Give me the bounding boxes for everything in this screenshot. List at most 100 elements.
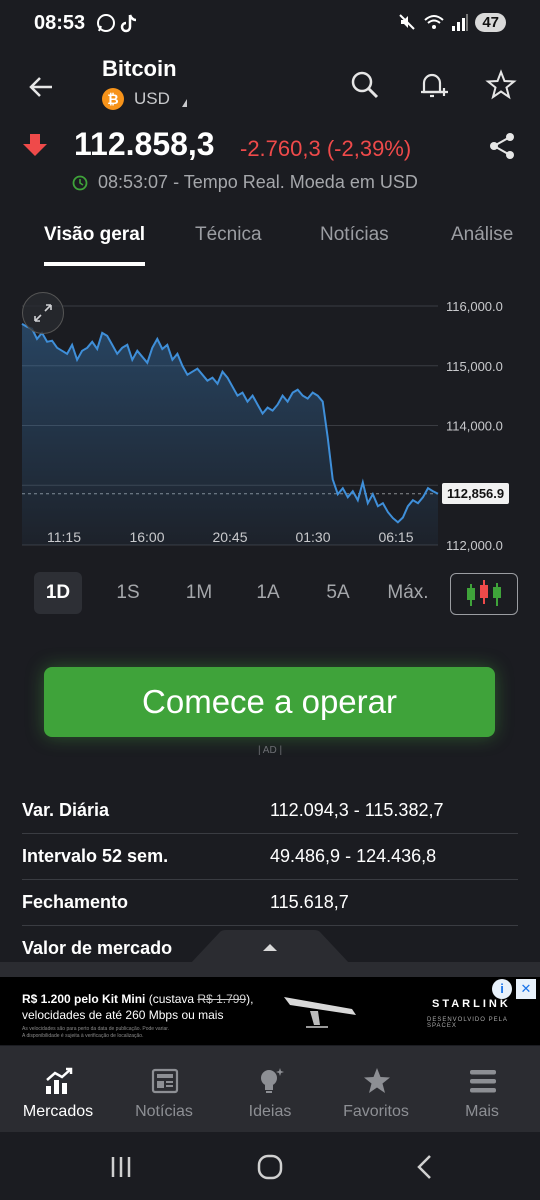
status-indicators: 47 bbox=[397, 12, 506, 32]
expand-chart-button[interactable] bbox=[22, 292, 64, 334]
lightbulb-icon bbox=[261, 1068, 284, 1093]
add-alert-bell-icon[interactable] bbox=[416, 68, 450, 102]
clock-icon bbox=[72, 175, 88, 190]
x-axis-tick-label: 11:15 bbox=[47, 529, 81, 545]
chart-svg: 116,000.0 115,000.0 114,000.0 112,000.0 11:1… bbox=[21, 299, 503, 553]
mute-icon bbox=[399, 14, 416, 30]
y-axis-tick-label: 115,000.0 bbox=[446, 359, 503, 374]
range-1y[interactable]: 1A bbox=[246, 572, 290, 614]
system-back-icon[interactable] bbox=[408, 1150, 442, 1184]
nav-item-ideas[interactable]: Ideias bbox=[216, 1046, 324, 1132]
newspaper-icon bbox=[151, 1068, 179, 1094]
ad-label: | AD | bbox=[257, 745, 283, 756]
ad-subline: velocidades de até 260 Mbps ou mais bbox=[22, 1008, 224, 1022]
ad-banner[interactable]: R$ 1.200 pelo Kit Mini (custava R$ 1.799… bbox=[0, 977, 540, 1045]
starlink-tagline: DESENVOLVIDO PELA SPACEX bbox=[427, 1017, 508, 1029]
collapse-panel-strip bbox=[0, 962, 540, 977]
stat-value: 112.094,3 - 115.382,7 bbox=[270, 800, 444, 820]
nav-label: Ideias bbox=[248, 1103, 292, 1120]
nav-label: Favoritos bbox=[343, 1103, 409, 1120]
y-axis-tick-label: 116,000.0 bbox=[446, 299, 503, 314]
price-chart[interactable]: 116,000.0 115,000.0 114,000.0 112,000.0 11:1… bbox=[0, 290, 540, 560]
range-1d[interactable]: 1D bbox=[34, 572, 82, 614]
quote-timestamp-row: 08:53:07 - Tempo Real. Moeda em USD bbox=[72, 172, 418, 193]
nav-item-news[interactable]: Notícias bbox=[110, 1046, 218, 1132]
favorite-star-icon[interactable] bbox=[484, 68, 518, 102]
section-tabs: Visão geral Técnica Notícias Análise bbox=[0, 216, 540, 266]
quote-timestamp: 08:53:07 - Tempo Real. Moeda em USD bbox=[98, 172, 418, 192]
stat-value: 49.486,9 - 124.436,8 bbox=[270, 846, 437, 866]
recent-apps-icon[interactable] bbox=[104, 1150, 138, 1184]
price-down-arrow-icon bbox=[23, 134, 47, 156]
last-price: 112.858,3 bbox=[74, 126, 215, 162]
stat-value: 115.618,7 bbox=[270, 892, 349, 912]
stat-label: Intervalo 52 sem. bbox=[22, 846, 169, 866]
stat-row-daily-range: Var. Diária 112.094,3 - 115.382,7 bbox=[22, 788, 518, 834]
stat-row-52-week-range: Intervalo 52 sem. 49.486,9 - 124.436,8 bbox=[22, 834, 518, 880]
caret-icon bbox=[181, 99, 187, 107]
x-axis-tick-label: 16:00 bbox=[129, 529, 164, 545]
x-axis-tick-label: 06:15 bbox=[378, 529, 413, 545]
wifi-icon bbox=[424, 15, 444, 29]
tab-news[interactable]: Notícias bbox=[320, 224, 389, 246]
range-5y[interactable]: 5A bbox=[316, 572, 360, 614]
candlestick-icon bbox=[467, 580, 501, 606]
ad-close-icon[interactable]: ✕ bbox=[516, 979, 536, 999]
star-icon bbox=[364, 1068, 390, 1093]
price-row: 112.858,3 -2.760,3 (-2,39%) bbox=[0, 124, 540, 172]
back-arrow-icon[interactable] bbox=[24, 70, 58, 104]
menu-icon bbox=[470, 1070, 496, 1093]
tab-analysis[interactable]: Análise bbox=[451, 224, 513, 246]
x-axis-tick-label: 01:30 bbox=[295, 529, 330, 545]
candlestick-toggle-button[interactable] bbox=[450, 573, 518, 615]
nav-item-markets[interactable]: Mercados bbox=[4, 1046, 112, 1132]
signal-icon bbox=[452, 14, 469, 31]
y-axis-tick-label: 112,000.0 bbox=[446, 538, 503, 553]
tab-overview[interactable]: Visão geral bbox=[44, 224, 145, 246]
stat-label: Fechamento bbox=[22, 892, 129, 912]
currency-selector[interactable]: ₿ USD bbox=[102, 88, 187, 110]
range-1w[interactable]: 1S bbox=[106, 572, 150, 614]
system-navigation-bar bbox=[0, 1132, 540, 1200]
expand-icon bbox=[34, 304, 52, 322]
stat-label: Valor de mercado bbox=[22, 938, 173, 958]
status-notification-icons bbox=[96, 13, 138, 33]
tab-technical[interactable]: Técnica bbox=[195, 224, 262, 246]
nav-item-favorites[interactable]: Favoritos bbox=[322, 1046, 430, 1132]
whatsapp-icon bbox=[97, 14, 115, 32]
status-bar: 08:53 47 bbox=[0, 0, 540, 48]
bitcoin-icon: ₿ bbox=[102, 88, 124, 110]
chart-area-fill bbox=[22, 323, 438, 545]
current-price-tag: 112,856.9 bbox=[442, 483, 510, 504]
nav-item-more[interactable]: Mais bbox=[428, 1046, 536, 1132]
home-icon[interactable] bbox=[253, 1150, 287, 1184]
app-header: Bitcoin ₿ USD bbox=[0, 48, 540, 124]
stat-row-close: Fechamento 115.618,7 bbox=[22, 880, 518, 926]
status-time: 08:53 bbox=[34, 12, 86, 34]
ad-info-icon[interactable]: i bbox=[492, 979, 512, 999]
ad-headline: R$ 1.200 pelo Kit Mini (custava R$ 1.799… bbox=[22, 992, 254, 1006]
bottom-navigation: Mercados Notícias Ideias Favoritos Mais bbox=[0, 1046, 540, 1132]
time-range-selector: 1D 1S 1M 1A 5A Máx. bbox=[0, 572, 540, 616]
stat-label: Var. Diária bbox=[22, 800, 110, 820]
search-icon[interactable] bbox=[348, 68, 382, 102]
collapse-panel-handle[interactable] bbox=[190, 930, 350, 964]
tiktok-icon bbox=[120, 14, 137, 33]
start-trading-button[interactable]: Comece a operar bbox=[44, 667, 495, 737]
range-1m[interactable]: 1M bbox=[176, 572, 222, 614]
currency-label: USD bbox=[134, 89, 170, 108]
nav-label: Mais bbox=[465, 1103, 499, 1120]
active-tab-indicator bbox=[44, 262, 145, 266]
price-change: -2.760,3 (-2,39%) bbox=[240, 136, 412, 161]
y-axis-tick-label: 114,000.0 bbox=[446, 419, 503, 434]
ad-fine-print: A disponibilidade é sujeita à verificaçã… bbox=[22, 1033, 144, 1039]
ad-product-image bbox=[284, 997, 356, 1028]
share-icon[interactable] bbox=[486, 130, 518, 162]
battery-indicator: 47 bbox=[475, 12, 506, 32]
starlink-logo: STARLINK bbox=[432, 998, 511, 1010]
range-max[interactable]: Máx. bbox=[380, 572, 436, 614]
x-axis-tick-label: 20:45 bbox=[212, 529, 247, 545]
nav-label: Mercados bbox=[22, 1103, 94, 1120]
nav-label: Notícias bbox=[135, 1103, 193, 1120]
markets-chart-icon bbox=[46, 1067, 73, 1094]
